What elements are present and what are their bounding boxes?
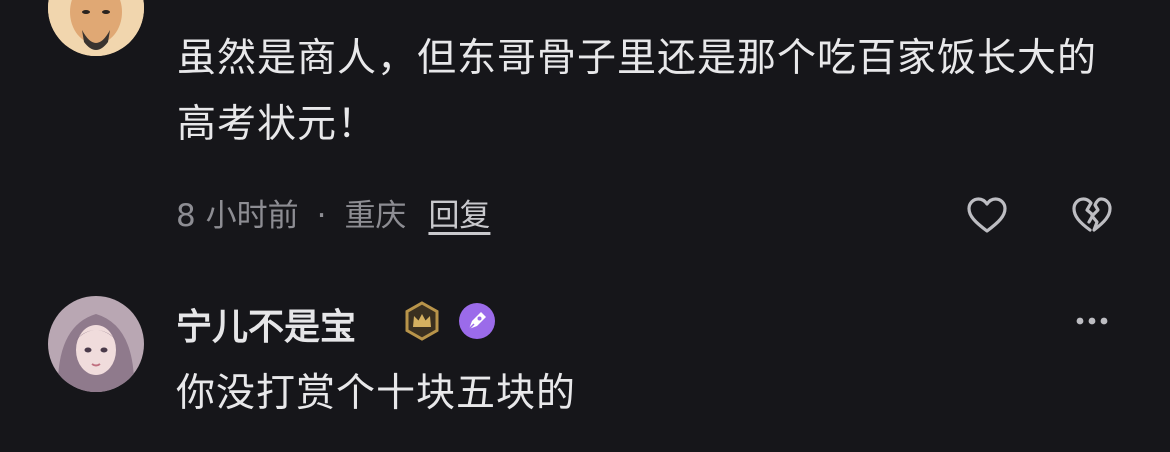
meta-separator: ·: [316, 198, 327, 234]
comment-text: 虽然是商人，但东哥骨子里还是那个吃百家饭长大的高考状元！: [177, 36, 1098, 147]
comment-text: 你没打赏个十块五块的: [176, 371, 577, 416]
comment-meta: 8 小时前 · 重庆 回复: [176, 190, 490, 235]
comment-location: 重庆: [344, 198, 407, 234]
username[interactable]: 宁儿不是宝: [176, 298, 356, 350]
reply-link[interactable]: 回复: [428, 198, 490, 234]
like-button[interactable]: [963, 192, 1011, 240]
dislike-button[interactable]: [1068, 192, 1116, 240]
more-options-button[interactable]: [1068, 297, 1116, 345]
user-avatar[interactable]: [48, 0, 144, 56]
pen-badge-icon[interactable]: [457, 301, 497, 341]
comment-time: 8 小时前: [176, 198, 299, 234]
broken-heart-icon: [1072, 197, 1112, 232]
anime-girl-avatar-icon: [48, 296, 144, 392]
user-avatar[interactable]: [48, 296, 144, 392]
heart-outline-icon: [967, 197, 1007, 233]
crown-badge-icon[interactable]: [402, 301, 442, 341]
more-dots-icon: [1076, 317, 1108, 325]
portrait-avatar-icon: [48, 0, 144, 56]
